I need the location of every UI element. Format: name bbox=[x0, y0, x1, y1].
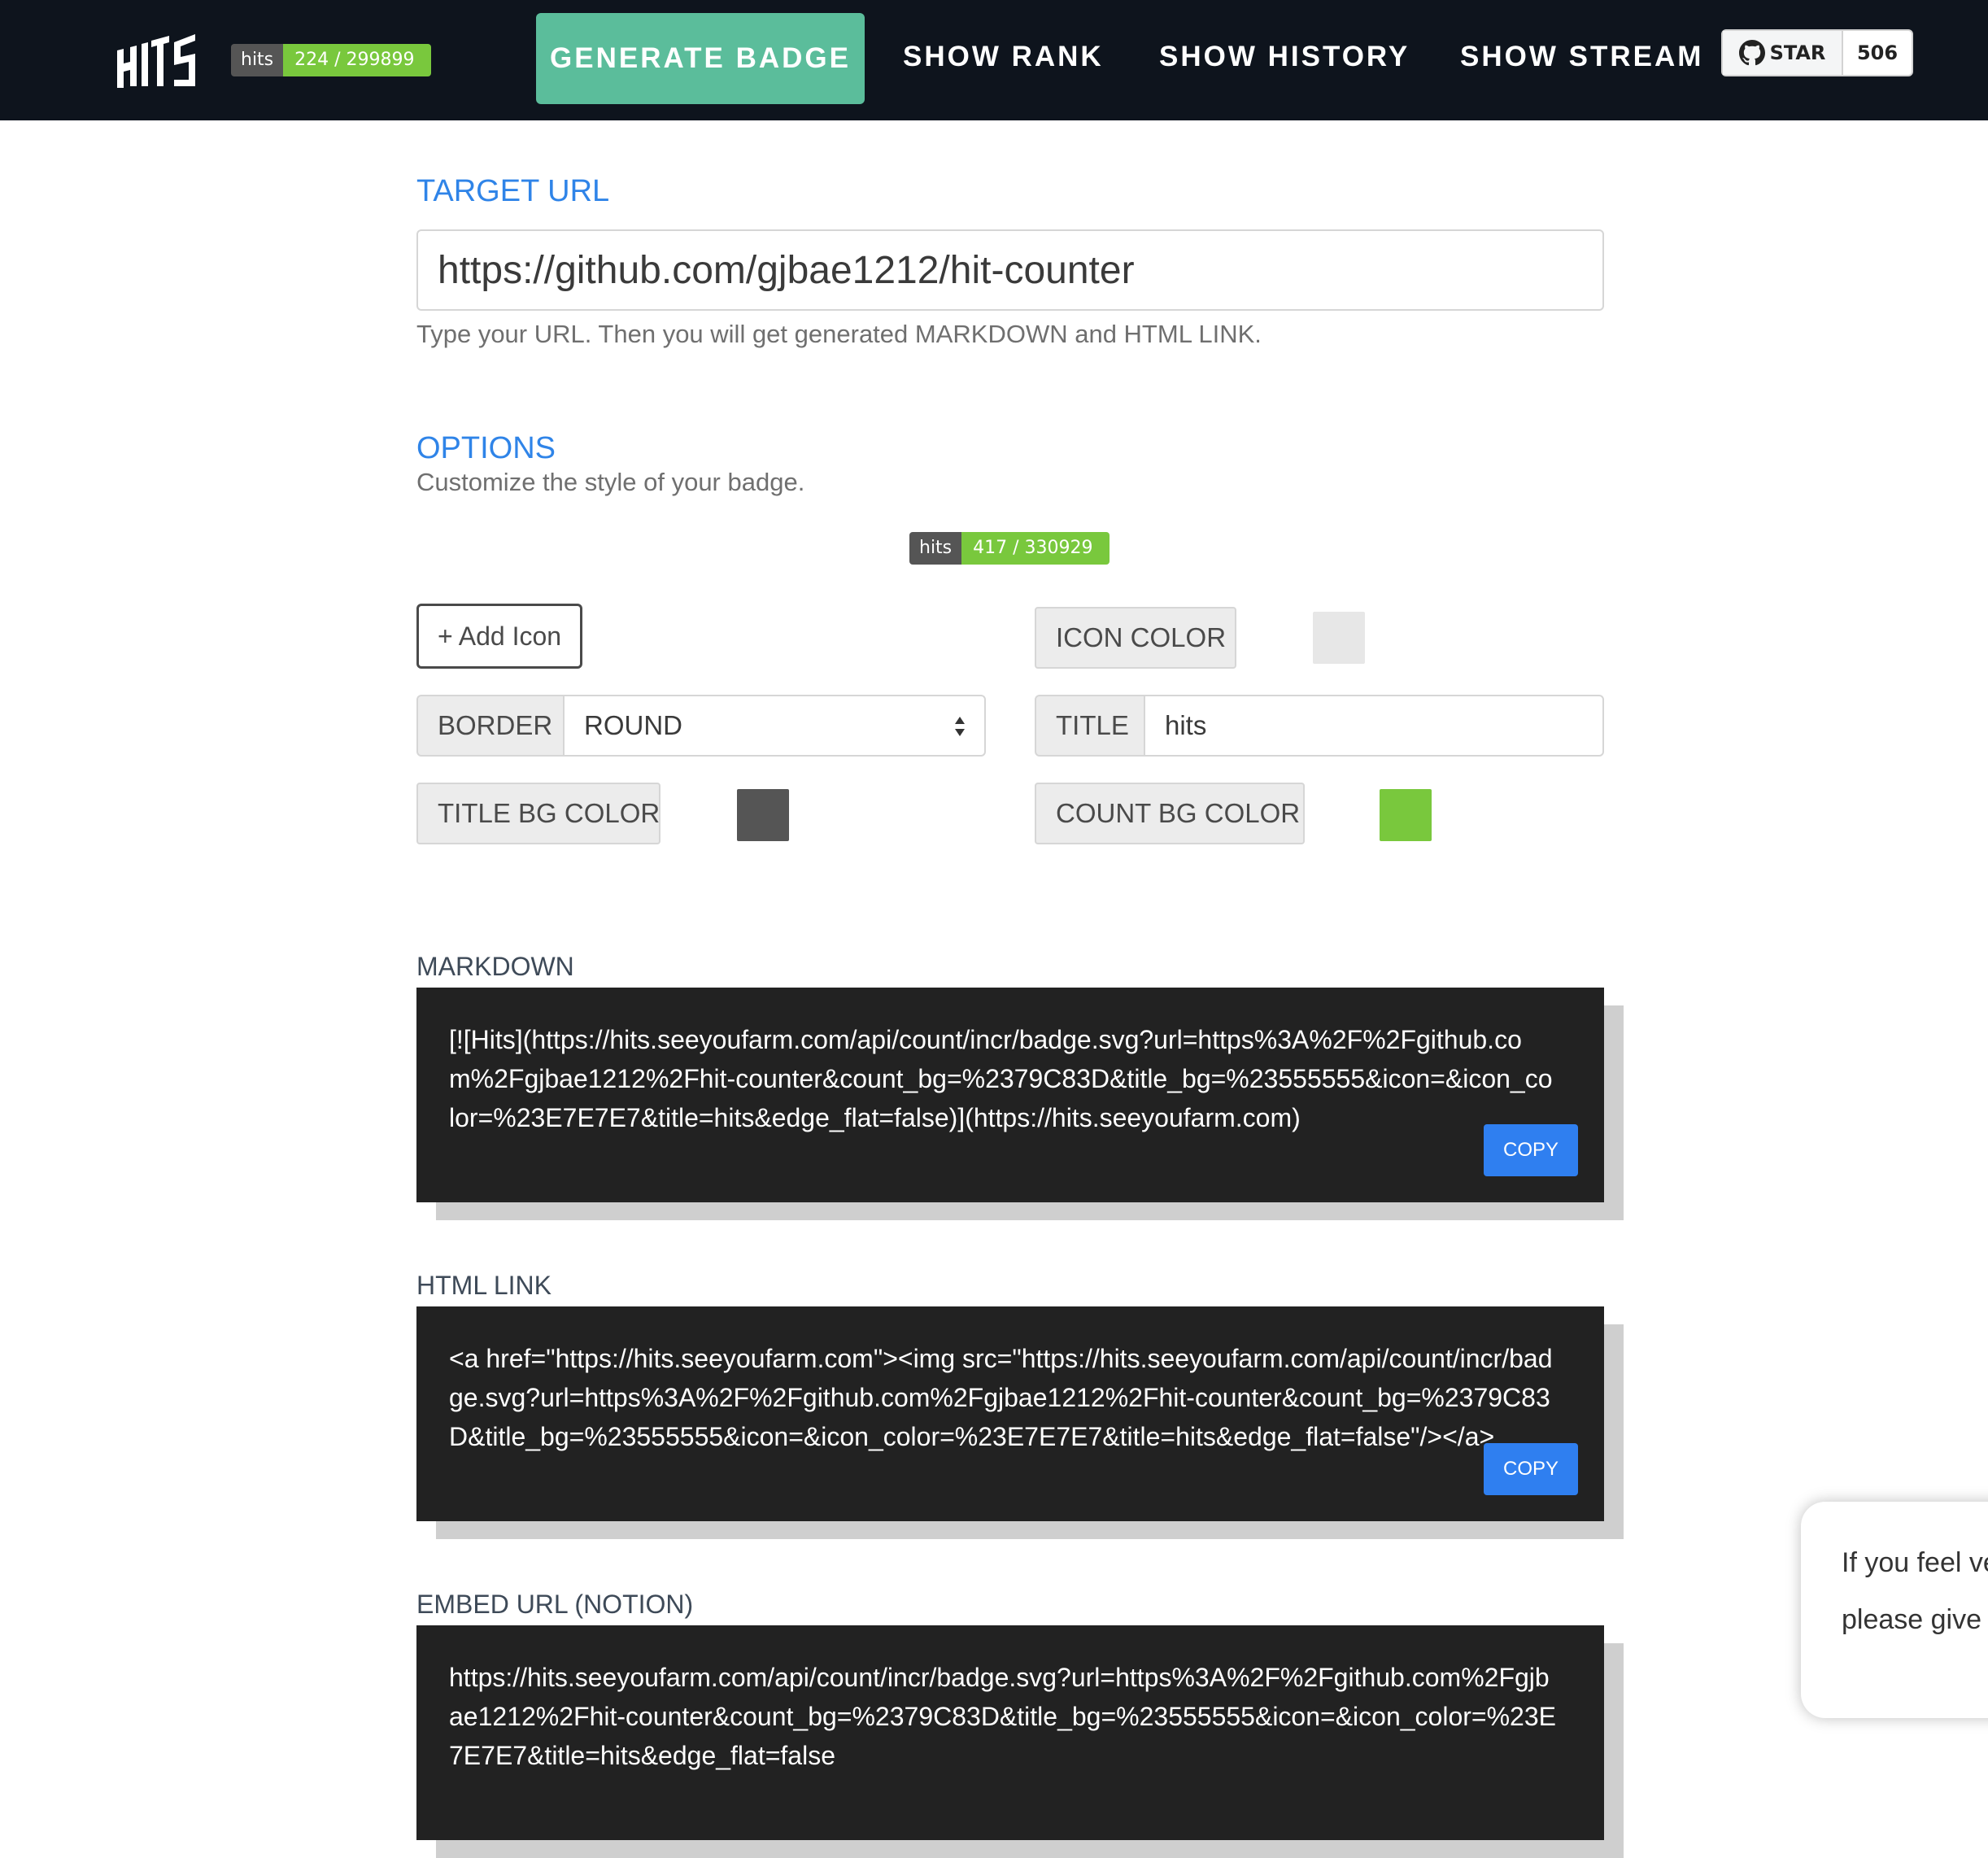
nav-badge-count: 224 / 299899 bbox=[283, 44, 431, 76]
github-star-button[interactable]: STAR bbox=[1723, 31, 1843, 75]
nav-hits-badge: hits 224 / 299899 bbox=[231, 44, 431, 76]
target-url-input[interactable] bbox=[416, 229, 1604, 311]
target-url-heading: TARGET URL bbox=[416, 174, 610, 208]
add-icon-button[interactable]: + Add Icon bbox=[416, 604, 582, 669]
preview-badge-count: 417 / 330929 bbox=[961, 532, 1110, 565]
top-navbar: hits 224 / 299899 GENERATE BADGE SHOW RA… bbox=[0, 0, 1988, 120]
popup-line-1: If you feel ve bbox=[1842, 1547, 1988, 1578]
github-star-widget: STAR 506 bbox=[1721, 29, 1913, 76]
github-icon bbox=[1738, 40, 1765, 66]
title-bg-color-swatch[interactable] bbox=[737, 789, 789, 841]
select-updown-icon bbox=[955, 717, 965, 736]
generate-badge-button[interactable]: GENERATE BADGE bbox=[536, 13, 865, 104]
html-link-copy-button[interactable]: COPY bbox=[1484, 1443, 1578, 1495]
count-bg-color-label: COUNT BG COLOR bbox=[1035, 783, 1305, 844]
border-select[interactable]: ROUND bbox=[563, 695, 986, 757]
embed-url-code[interactable]: https://hits.seeyoufarm.com/api/count/in… bbox=[449, 1658, 1557, 1775]
title-input-value: hits bbox=[1165, 710, 1207, 740]
star-label: STAR bbox=[1769, 41, 1826, 64]
preview-badge: hits 417 / 330929 bbox=[909, 532, 1110, 565]
html-link-code-box: <a href="https://hits.seeyoufarm.com"><i… bbox=[416, 1306, 1604, 1521]
show-stream-link[interactable]: SHOW STREAM bbox=[1460, 37, 1703, 77]
border-label: BORDER bbox=[416, 695, 565, 757]
markdown-label: MARKDOWN bbox=[416, 952, 574, 981]
icon-color-label: ICON COLOR bbox=[1035, 607, 1236, 669]
embed-url-code-box: https://hits.seeyoufarm.com/api/count/in… bbox=[416, 1625, 1604, 1840]
hits-logo[interactable] bbox=[114, 29, 202, 91]
popup-line-2: please give a bbox=[1842, 1604, 1988, 1635]
markdown-code[interactable]: [![Hits](https://hits.seeyoufarm.com/api… bbox=[449, 1020, 1557, 1137]
feedback-popup-card[interactable]: If you feel ve please give a bbox=[1801, 1502, 1988, 1718]
html-link-code[interactable]: <a href="https://hits.seeyoufarm.com"><i… bbox=[449, 1339, 1557, 1456]
embed-url-label: EMBED URL (NOTION) bbox=[416, 1590, 694, 1619]
markdown-copy-button[interactable]: COPY bbox=[1484, 1124, 1578, 1176]
options-subheading: Customize the style of your badge. bbox=[416, 468, 805, 496]
nav-badge-title: hits bbox=[231, 44, 284, 76]
border-select-value: ROUND bbox=[584, 710, 682, 740]
options-heading: OPTIONS bbox=[416, 431, 556, 465]
count-bg-color-swatch[interactable] bbox=[1380, 789, 1432, 841]
title-bg-color-label: TITLE BG COLOR bbox=[416, 783, 660, 844]
target-url-help: Type your URL. Then you will get generat… bbox=[416, 320, 1262, 348]
preview-badge-title: hits bbox=[909, 532, 962, 565]
title-input[interactable]: hits bbox=[1144, 695, 1604, 757]
show-history-link[interactable]: SHOW HISTORY bbox=[1159, 37, 1410, 77]
markdown-code-box: [![Hits](https://hits.seeyoufarm.com/api… bbox=[416, 988, 1604, 1202]
title-label: TITLE bbox=[1035, 695, 1145, 757]
star-count[interactable]: 506 bbox=[1843, 31, 1912, 75]
html-link-label: HTML LINK bbox=[416, 1271, 551, 1300]
show-rank-link[interactable]: SHOW RANK bbox=[903, 37, 1104, 77]
icon-color-swatch[interactable] bbox=[1313, 612, 1365, 664]
